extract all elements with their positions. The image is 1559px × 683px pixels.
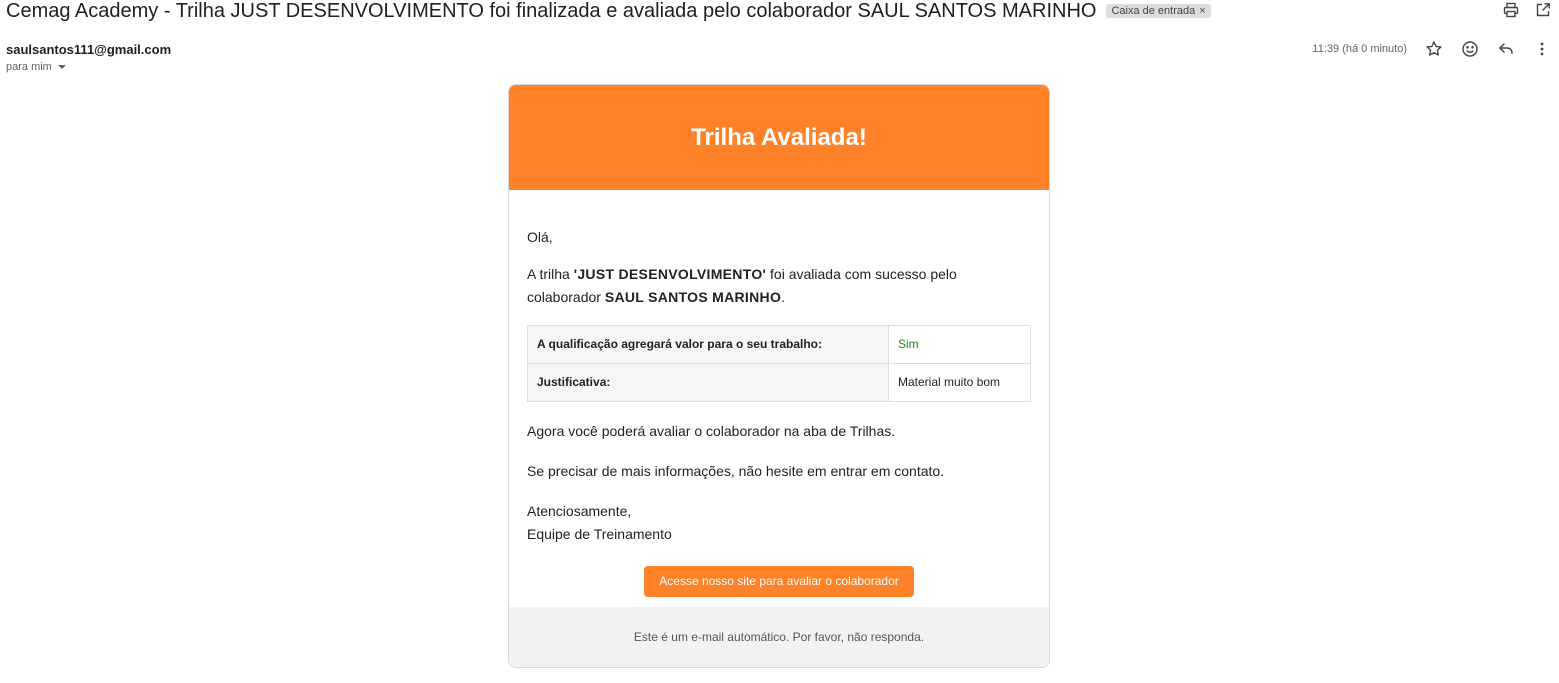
card-title: Trilha Avaliada! xyxy=(691,123,867,151)
table-question-cell: Justificativa: xyxy=(527,363,889,402)
message-time: 11:39 (há 0 minuto) xyxy=(1312,43,1407,55)
email-subject: Cemag Academy - Trilha JUST DESENVOLVIME… xyxy=(6,0,1097,22)
inbox-label-chip[interactable]: Caixa de entrada × xyxy=(1106,4,1211,18)
evaluation-table: A qualificação agregará valor para o seu… xyxy=(527,325,1031,402)
card-footer: Este é um e-mail automático. Por favor, … xyxy=(509,607,1049,667)
table-row: A qualificação agregará valor para o seu… xyxy=(527,325,1031,364)
recipient-dropdown[interactable]: para mim xyxy=(6,61,66,73)
contact-text: Se precisar de mais informações, não hes… xyxy=(527,463,945,479)
cta-wrapper: Acesse nosso site para avaliar o colabor… xyxy=(527,566,1031,597)
table-question-cell: A qualificação agregará valor para o seu… xyxy=(527,325,889,364)
instruction-text: Agora você poderá avaliar o colaborador … xyxy=(527,423,896,439)
message-meta: 11:39 (há 0 minuto) xyxy=(1312,40,1551,58)
collaborator-name: SAUL SANTOS MARINHO xyxy=(604,289,782,305)
signature: Atenciosamente, Equipe de Treinamento xyxy=(527,500,1031,546)
more-options-icon[interactable] xyxy=(1533,40,1551,58)
intro-end: . xyxy=(781,289,786,305)
card-header: Trilha Avaliada! xyxy=(509,85,1049,190)
greeting: Olá, xyxy=(527,229,553,245)
footer-note: Este é um e-mail automático. Por favor, … xyxy=(633,630,925,644)
table-row: Justificativa: Material muito bom xyxy=(527,363,1031,402)
intro-paragraph: A trilha 'JUST DESENVOLVIMENTO' foi aval… xyxy=(527,263,1031,309)
trail-name: 'JUST DESENVOLVIMENTO' xyxy=(573,266,767,282)
chevron-down-icon xyxy=(57,65,66,69)
star-icon[interactable] xyxy=(1425,40,1443,58)
email-subject-row: Cemag Academy - Trilha JUST DESENVOLVIME… xyxy=(6,0,1211,22)
remove-label-button[interactable]: × xyxy=(1199,5,1205,17)
evaluate-collaborator-button[interactable]: Acesse nosso site para avaliar o colabor… xyxy=(644,566,914,597)
emoji-reaction-icon[interactable] xyxy=(1461,40,1479,58)
card-body: Olá, A trilha 'JUST DESENVOLVIMENTO' foi… xyxy=(509,190,1049,597)
intro-pre: A trilha xyxy=(527,266,574,282)
recipient-label: para mim xyxy=(6,61,52,73)
table-answer-cell: Sim xyxy=(888,325,1031,364)
reply-icon[interactable] xyxy=(1497,40,1515,58)
table-answer-cell: Material muito bom xyxy=(888,363,1031,402)
print-icon[interactable] xyxy=(1503,2,1519,18)
signature-closing: Atenciosamente, xyxy=(527,503,632,519)
top-toolbar xyxy=(1503,2,1551,18)
signature-team: Equipe de Treinamento xyxy=(527,526,672,542)
sender-email: saulsantos111@gmail.com xyxy=(6,42,172,57)
inbox-label-text: Caixa de entrada xyxy=(1111,5,1196,17)
email-card: Trilha Avaliada! Olá, A trilha 'JUST DES… xyxy=(508,84,1050,668)
open-in-new-window-icon[interactable] xyxy=(1535,2,1551,18)
